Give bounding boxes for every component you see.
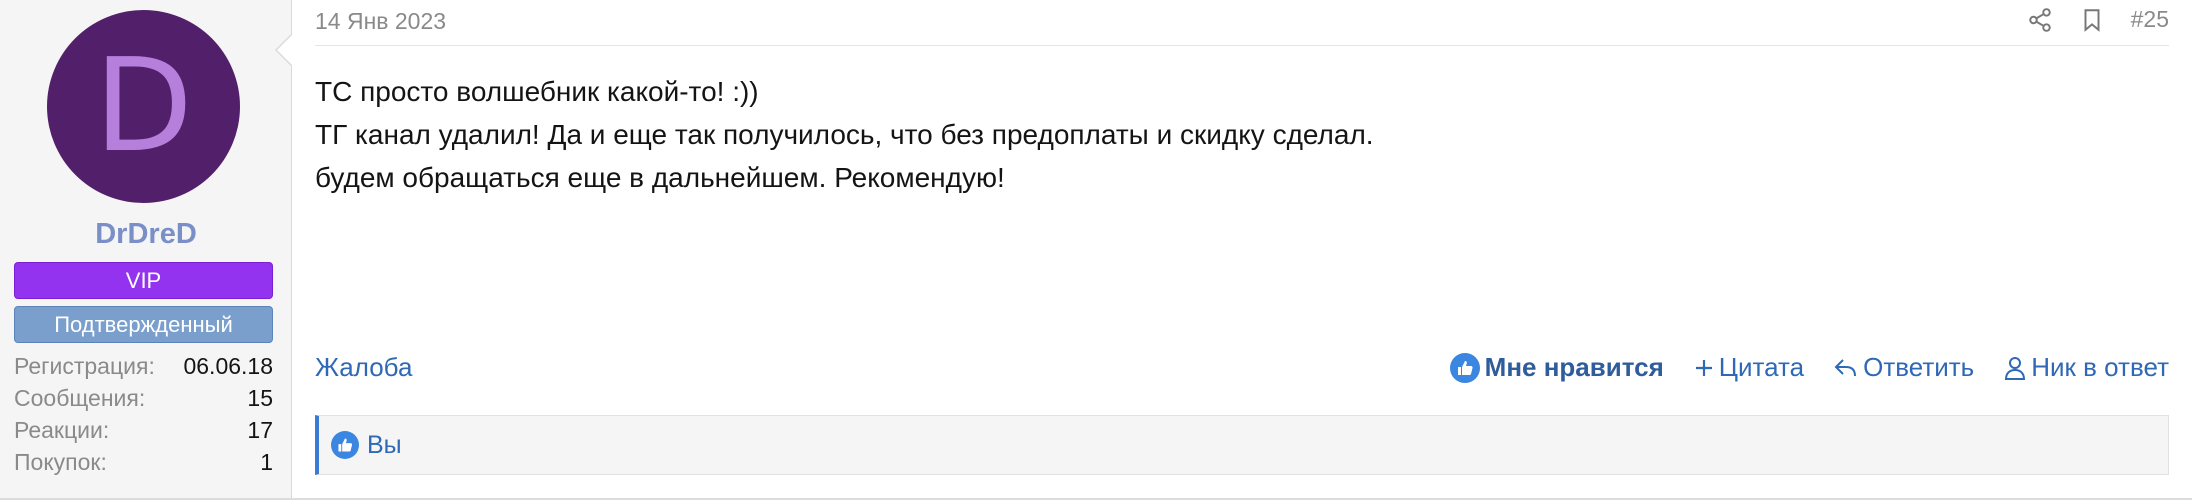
verified-banner: Подтвержденный [14,306,273,343]
stat-label: Реакции: [14,417,110,443]
message-body: ТС просто волшебник какой-то! :)) ТГ кан… [315,70,2115,199]
plus-icon [1695,359,1712,376]
stat-value: 1 [260,449,273,475]
like-button[interactable]: Мне нравится [1449,352,1664,383]
vip-banner: VIP [14,262,273,299]
stat-label: Покупок: [14,449,107,475]
stat-label: Регистрация: [14,353,155,379]
nick-reply-button[interactable]: Ник в ответ [2004,352,2169,383]
post-footer: Жалоба Мне нравится Цитата Ответить Ник … [315,352,2169,388]
message-post: D DrDreD VIP Подтвержденный Регистрация:… [0,0,2192,500]
bookmark-icon[interactable] [2079,7,2105,33]
avatar-letter: D [94,31,193,181]
message-line: ТС просто волшебник какой-то! :)) [315,76,759,107]
report-link[interactable]: Жалоба [315,352,412,383]
stat-label: Сообщения: [14,385,146,411]
message-line: ТГ канал удалил! Да и еще так получилось… [315,119,1374,150]
post-number-link[interactable]: #25 [2131,6,2169,33]
stat-registration: Регистрация: 06.06.18 [14,350,273,382]
quote-label: Цитата [1718,352,1805,382]
avatar[interactable]: D [47,10,240,203]
thumbs-up-icon [331,431,359,459]
user-sidebar: D DrDreD VIP Подтвержденный Регистрация:… [0,0,293,498]
share-icon[interactable] [2027,7,2053,33]
sidebar-arrow [277,34,293,66]
user-stats: Регистрация: 06.06.18 Сообщения: 15 Реак… [14,350,273,478]
like-label: Мне нравится [1484,352,1664,382]
stat-value: 06.06.18 [183,353,273,379]
username-link[interactable]: DrDreD [0,218,292,251]
reactions-bar: Вы [315,415,2169,475]
stat-reactions: Реакции: 17 [14,414,273,446]
stat-messages: Сообщения: 15 [14,382,273,414]
reply-button[interactable]: Ответить [1834,352,1974,383]
reply-arrow-icon [1834,358,1857,376]
post-date-link[interactable]: 14 Янв 2023 [315,8,446,35]
reactions-users-link[interactable]: Вы [367,431,402,460]
message-line: будем обращаться еще в дальнейшем. Реком… [315,162,1005,193]
stat-purchases: Покупок: 1 [14,446,273,478]
quote-button[interactable]: Цитата [1694,352,1804,383]
stat-value: 15 [247,385,273,411]
user-icon [2005,356,2026,380]
post-main: 14 Янв 2023 #25 ТС просто волшебник како… [292,0,2192,498]
thumbs-up-icon [1449,352,1480,383]
header-actions: #25 [2027,6,2169,33]
nick-reply-label: Ник в ответ [2031,352,2169,382]
stat-value: 17 [247,417,273,443]
reply-label: Ответить [1863,352,1975,382]
post-actions: Мне нравится Цитата Ответить Ник в ответ [1420,352,2169,383]
post-header: 14 Янв 2023 #25 [315,0,2169,46]
